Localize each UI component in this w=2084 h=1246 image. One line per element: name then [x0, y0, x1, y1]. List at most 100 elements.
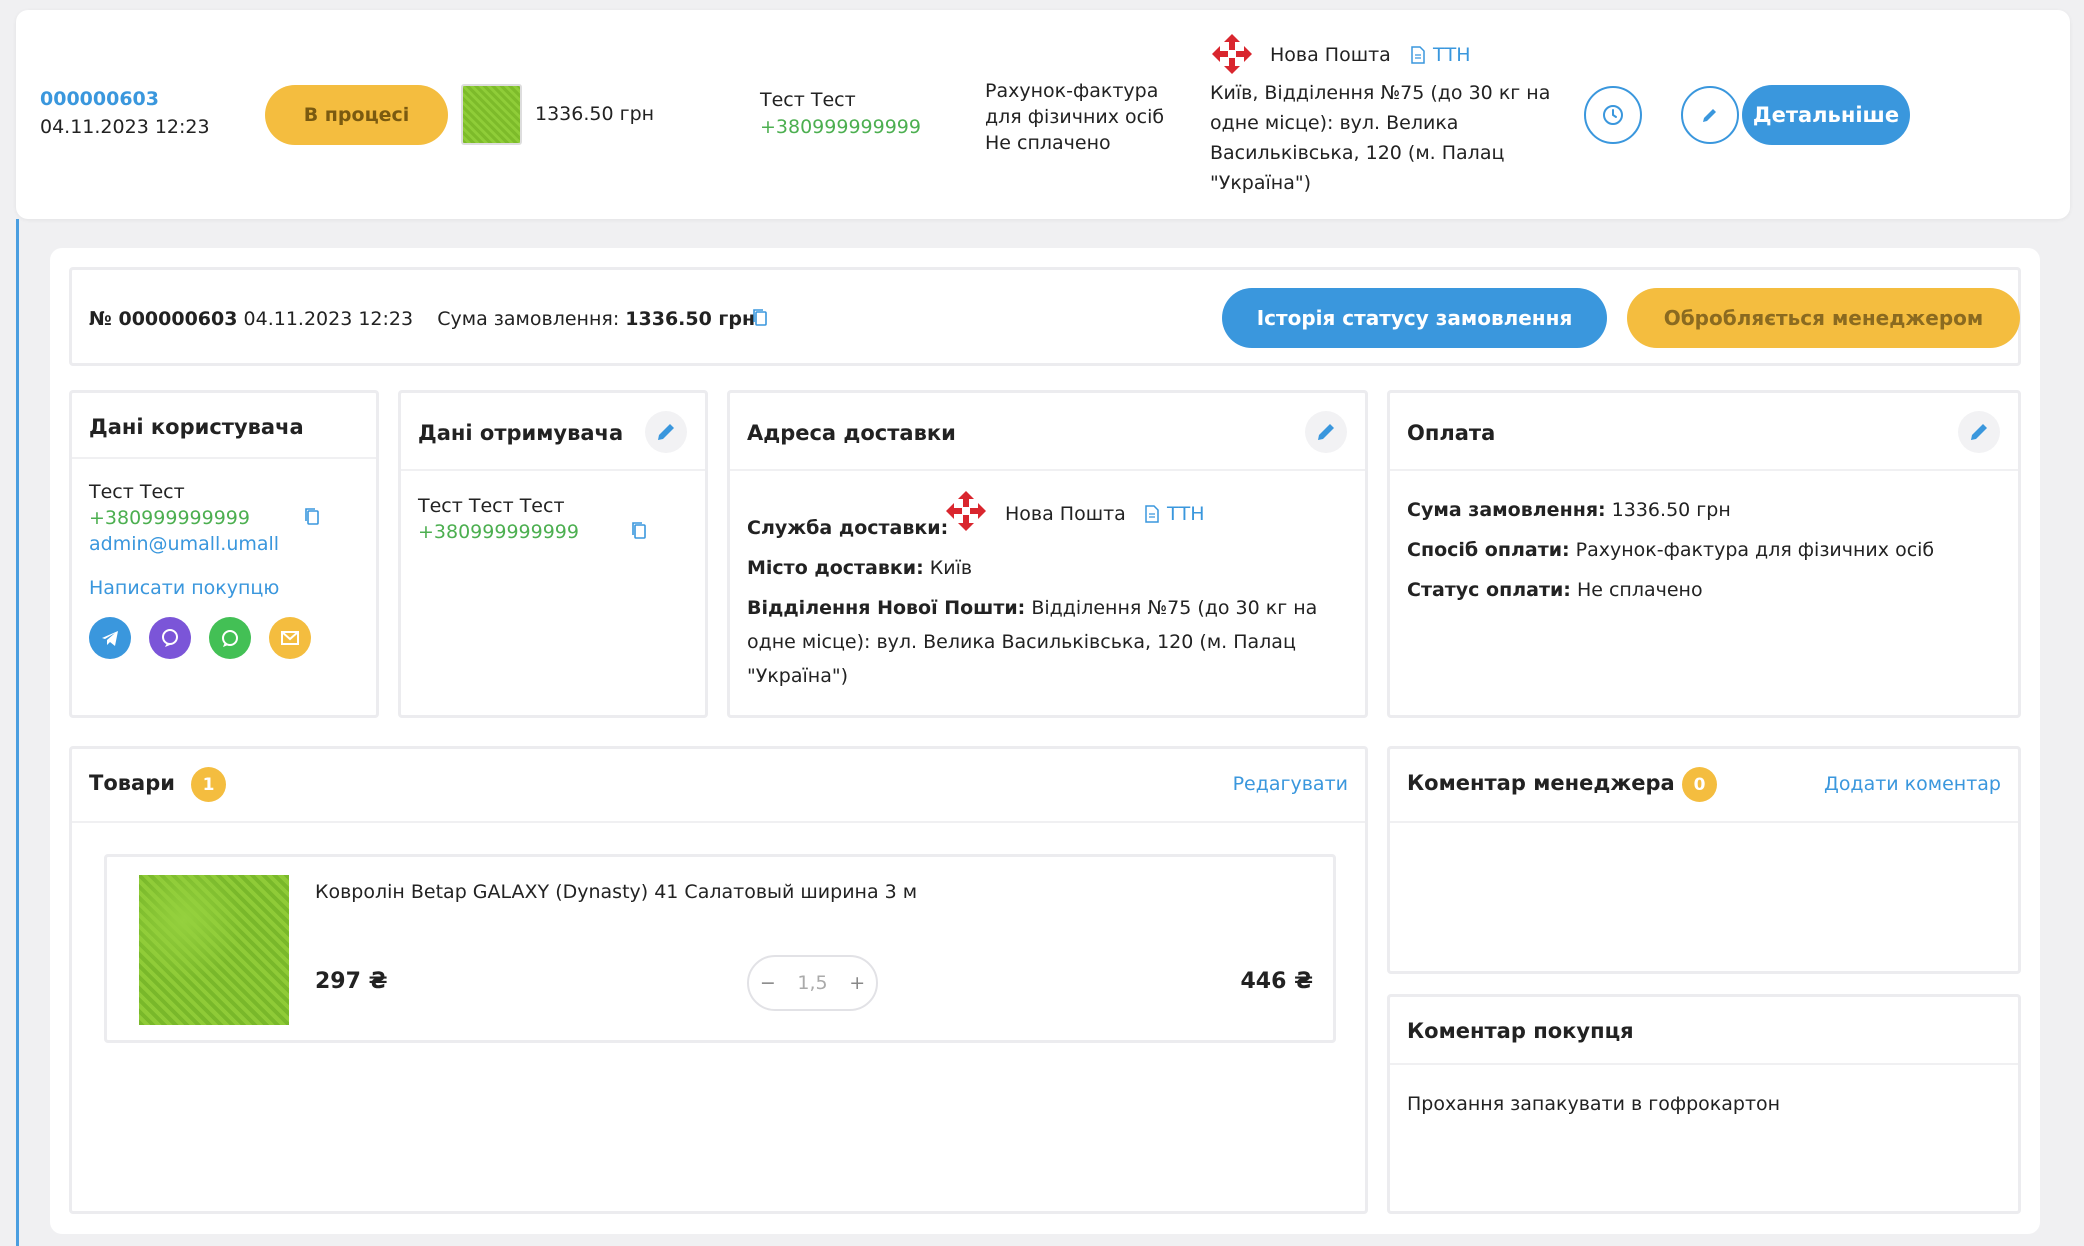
ttn-link[interactable]: ТТН: [1411, 44, 1471, 66]
pencil-icon: [1318, 424, 1334, 440]
divider: [730, 469, 1365, 471]
pencil-icon: [1703, 109, 1716, 122]
products-title: Товари: [89, 771, 175, 795]
client-name: Тест Тест: [760, 89, 856, 111]
divider: [72, 821, 1365, 823]
delivery-branch-line: Відділення Нової Пошти: Відділення №75 (…: [747, 591, 1347, 693]
payment-status-line: Статус оплати: Не сплачено: [1407, 577, 1703, 603]
pencil-icon: [658, 424, 674, 440]
delivery-ttn-label: ТТН: [1167, 503, 1205, 525]
delivery-carrier: Нова Пошта: [1005, 503, 1126, 525]
delivery-ttn-link[interactable]: ТТН: [1145, 501, 1205, 527]
delivery-city-label: Місто доставки:: [747, 557, 924, 579]
products-card: Товари 1 Редагувати Ковролін Betap GALAX…: [69, 746, 1368, 1214]
buyer-comment-text: Прохання запакувати в гофрокартон: [1407, 1093, 1781, 1115]
payment-sum-label: Сума замовлення:: [1407, 499, 1606, 521]
telegram-icon[interactable]: [89, 617, 131, 659]
buyer-comment-title: Коментар покупця: [1407, 1019, 1634, 1043]
delivery-city-line: Місто доставки: Київ: [747, 555, 972, 581]
product-item: Ковролін Betap GALAXY (Dynasty) 41 Салат…: [104, 854, 1336, 1043]
copy-recipient-phone-icon[interactable]: [631, 521, 647, 545]
order-summary-line: № 000000603 04.11.2023 12:23 Сума замовл…: [89, 308, 755, 330]
recipient-name: Тест Тест Тест: [418, 495, 565, 517]
payment-status-label: Статус оплати:: [1407, 579, 1571, 601]
edit-payment-button[interactable]: [1958, 411, 2000, 453]
client-phone[interactable]: +380999999999: [760, 116, 921, 138]
order-row: 000000603 04.11.2023 12:23 В процесі 133…: [16, 10, 2070, 219]
quantity-stepper: − 1,5 +: [747, 955, 878, 1011]
recipient-card-title: Дані отримувача: [418, 421, 624, 445]
divider: [1390, 1063, 2018, 1065]
user-email[interactable]: admin@umall.umall: [89, 531, 279, 557]
increment-button[interactable]: +: [849, 972, 865, 994]
summary-date: 04.11.2023 12:23: [243, 308, 414, 330]
nova-poshta-logo-icon: [1210, 32, 1254, 76]
payment-sum-line: Сума замовлення: 1336.50 грн: [1407, 497, 1731, 523]
email-icon[interactable]: [269, 617, 311, 659]
order-summary-bar: № 000000603 04.11.2023 12:23 Сума замовл…: [69, 267, 2021, 366]
decrement-button[interactable]: −: [760, 972, 776, 994]
delivery-address-card: Адреса доставки Служба доставки: Нова По…: [727, 390, 1368, 718]
copy-phone-icon[interactable]: [304, 507, 320, 531]
delivery-address: Київ, Відділення №75 (до 30 кг на одне м…: [1210, 82, 1551, 194]
copy-icon[interactable]: [752, 308, 768, 332]
status-history-full-button[interactable]: Історія статусу замовлення: [1222, 288, 1607, 348]
write-buyer-link[interactable]: Написати покупцю: [89, 575, 279, 601]
delivery-service-label: Служба доставки:: [747, 517, 949, 539]
edit-order-button[interactable]: [1681, 86, 1739, 144]
pencil-icon: [1971, 424, 1987, 440]
order-number-link[interactable]: 000000603: [40, 88, 159, 110]
recipient-phone[interactable]: +380999999999: [418, 519, 579, 545]
user-card-title: Дані користувача: [89, 415, 304, 439]
divider: [401, 469, 705, 471]
product-name[interactable]: Ковролін Betap GALAXY (Dynasty) 41 Салат…: [315, 879, 917, 905]
delivery-city: Київ: [929, 557, 973, 579]
edit-delivery-button[interactable]: [1305, 411, 1347, 453]
summary-sum-label: Сума замовлення:: [437, 308, 620, 330]
status-history-button[interactable]: [1584, 86, 1642, 144]
product-image: [139, 875, 289, 1025]
clock-icon: [1603, 105, 1623, 125]
payment-status-value: Не сплачено: [1576, 579, 1703, 601]
ttn-label: ТТН: [1433, 44, 1471, 66]
document-icon: [1145, 505, 1159, 523]
order-status-badge[interactable]: В процесі: [265, 85, 448, 145]
details-button[interactable]: Детальніше: [1742, 85, 1910, 145]
nova-poshta-logo-icon: [944, 489, 988, 533]
divider: [72, 457, 376, 459]
quantity-value[interactable]: 1,5: [797, 972, 827, 994]
product-total: 446 ₴: [1240, 969, 1314, 994]
manager-comment-count-badge: 0: [1682, 767, 1717, 802]
divider: [1390, 469, 2018, 471]
payment-method-line1: Рахунок-фактура: [985, 80, 1159, 102]
user-data-card: Дані користувача Тест Тест +380999999999…: [69, 390, 379, 718]
summary-number: № 000000603: [89, 308, 238, 330]
add-comment-link[interactable]: Додати коментар: [1824, 771, 2001, 797]
user-name: Тест Тест: [89, 481, 185, 503]
product-thumbnail: [461, 84, 522, 145]
document-icon: [1411, 46, 1425, 64]
order-details-panel: № 000000603 04.11.2023 12:23 Сума замовл…: [50, 248, 2040, 1234]
product-price: 297 ₴: [315, 969, 388, 994]
manager-comment-card: Коментар менеджера 0 Додати коментар: [1387, 746, 2021, 974]
viber-icon[interactable]: [149, 617, 191, 659]
payment-method-label: Спосіб оплати:: [1407, 539, 1570, 561]
payment-info: Рахунок-фактура для фізичних осіб Не спл…: [985, 78, 1164, 156]
payment-method-line2: для фізичних осіб: [985, 106, 1165, 128]
user-phone[interactable]: +380999999999: [89, 505, 250, 531]
whatsapp-icon[interactable]: [209, 617, 251, 659]
payment-method-line: Спосіб оплати: Рахунок-фактура для фізич…: [1407, 537, 1934, 563]
summary-sum-value: 1336.50 грн: [625, 308, 756, 330]
payment-card: Оплата Сума замовлення: 1336.50 грн Спос…: [1387, 390, 2021, 718]
payment-card-title: Оплата: [1407, 421, 1496, 445]
delivery-card-title: Адреса доставки: [747, 421, 956, 445]
products-count-badge: 1: [191, 767, 226, 802]
expanded-indicator: [16, 219, 19, 1246]
order-total: 1336.50 грн: [535, 103, 655, 125]
edit-recipient-button[interactable]: [645, 411, 687, 453]
edit-products-link[interactable]: Редагувати: [1233, 771, 1348, 797]
divider: [1390, 821, 2018, 823]
payment-sum: 1336.50 грн: [1611, 499, 1731, 521]
carrier-name: Нова Пошта: [1270, 44, 1391, 66]
manager-processing-button[interactable]: Обробляється менеджером: [1627, 288, 2020, 348]
